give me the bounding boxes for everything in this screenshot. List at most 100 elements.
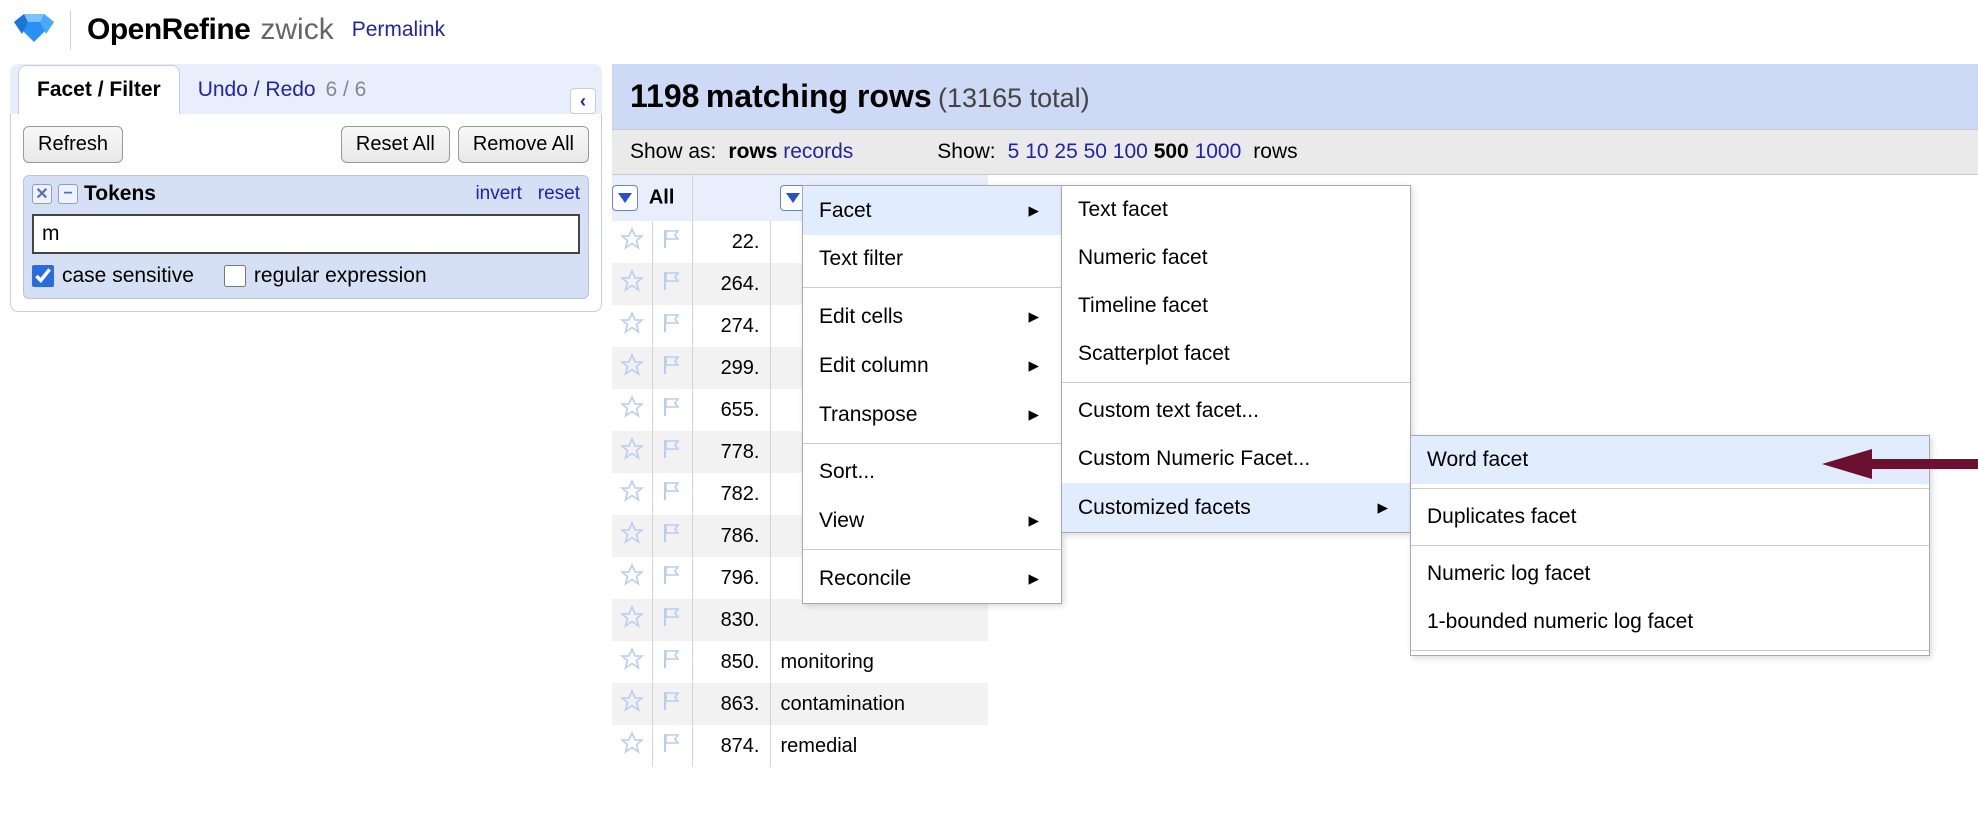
- flag-toggle[interactable]: [660, 234, 684, 256]
- flag-toggle[interactable]: [660, 360, 684, 382]
- show-as-rows[interactable]: rows: [728, 140, 777, 163]
- row-token-cell[interactable]: remedial: [770, 725, 988, 767]
- column-context-menu: Facet▸ Text filter Edit cells▸Edit column▸…: [802, 185, 1062, 604]
- star-toggle[interactable]: [620, 444, 644, 466]
- menu-item[interactable]: Custom Numeric Facet...: [1062, 435, 1410, 483]
- flag-toggle[interactable]: [660, 276, 684, 298]
- row-token-cell[interactable]: monitoring: [770, 641, 988, 683]
- star-toggle[interactable]: [620, 528, 644, 550]
- chevron-left-icon: ‹: [580, 91, 586, 112]
- brand-name: OpenRefine: [87, 13, 250, 47]
- menu-item[interactable]: Numeric facet: [1062, 234, 1410, 282]
- menu-item[interactable]: Numeric log facet: [1411, 550, 1929, 598]
- star-toggle[interactable]: [620, 486, 644, 508]
- flag-toggle[interactable]: [660, 528, 684, 550]
- star-toggle[interactable]: [620, 402, 644, 424]
- menu-item[interactable]: 1-bounded numeric log facet: [1411, 598, 1929, 646]
- show-label: Show:: [937, 140, 995, 164]
- star-icon: [620, 276, 644, 298]
- case-sensitive-input[interactable]: [32, 265, 54, 287]
- total-label: total: [1030, 83, 1081, 113]
- menu-item[interactable]: Duplicates facet: [1411, 493, 1929, 541]
- facet-invert-link[interactable]: invert: [475, 183, 521, 204]
- flag-toggle[interactable]: [660, 318, 684, 340]
- flag-icon: [660, 234, 684, 256]
- menu-item[interactable]: Edit cells▸: [803, 292, 1061, 341]
- submenu-arrow-icon: ▸: [988, 508, 1039, 533]
- menu-item-label: Text filter: [819, 247, 903, 271]
- text-filter-facet: ✕ − Tokens invert reset: [23, 175, 589, 299]
- page-size-1000[interactable]: 1000: [1195, 140, 1242, 163]
- star-icon: [620, 360, 644, 382]
- menu-separator: [803, 287, 1061, 288]
- star-toggle[interactable]: [620, 612, 644, 634]
- left-tabs: Facet / Filter Undo / Redo 6 / 6 ‹: [10, 64, 602, 114]
- menu-item[interactable]: Reconcile▸: [803, 554, 1061, 603]
- menu-item[interactable]: Text filter: [803, 235, 1061, 283]
- page-size-100[interactable]: 100: [1113, 140, 1148, 163]
- flag-icon: [660, 738, 684, 760]
- flag-toggle[interactable]: [660, 486, 684, 508]
- menu-item[interactable]: Text facet: [1062, 186, 1410, 234]
- flag-toggle[interactable]: [660, 738, 684, 760]
- flag-icon: [660, 402, 684, 424]
- star-toggle[interactable]: [620, 696, 644, 718]
- facet-minimize-button[interactable]: −: [58, 184, 78, 204]
- row-index: 850.: [692, 641, 770, 683]
- page-size-5[interactable]: 5: [1008, 140, 1020, 163]
- flag-toggle[interactable]: [660, 444, 684, 466]
- row-index: 796.: [692, 557, 770, 599]
- flag-toggle[interactable]: [660, 402, 684, 424]
- page-size-50[interactable]: 50: [1084, 140, 1107, 163]
- menu-item[interactable]: Sort...: [803, 448, 1061, 496]
- facet-filter-input[interactable]: [32, 214, 580, 254]
- flag-toggle[interactable]: [660, 654, 684, 676]
- page-size-10[interactable]: 10: [1025, 140, 1048, 163]
- menu-item[interactable]: Custom text facet...: [1062, 387, 1410, 435]
- tab-undo-redo[interactable]: Undo / Redo 6 / 6: [180, 66, 385, 114]
- facet-close-button[interactable]: ✕: [32, 184, 52, 204]
- flag-toggle[interactable]: [660, 612, 684, 634]
- flag-toggle[interactable]: [660, 696, 684, 718]
- menu-item[interactable]: Customized facets▸: [1062, 483, 1410, 532]
- collapse-left-panel-button[interactable]: ‹: [570, 88, 596, 114]
- case-sensitive-checkbox[interactable]: case sensitive: [32, 264, 194, 288]
- reset-all-button[interactable]: Reset All: [341, 126, 450, 163]
- all-column-menu-button[interactable]: [612, 185, 638, 211]
- flag-toggle[interactable]: [660, 570, 684, 592]
- menu-item-label: 1-bounded numeric log facet: [1427, 610, 1693, 634]
- menu-item[interactable]: Timeline facet: [1062, 282, 1410, 330]
- header-separator: [70, 10, 71, 50]
- menu-item[interactable]: Transpose▸: [803, 390, 1061, 439]
- permalink-link[interactable]: Permalink: [352, 18, 445, 42]
- star-toggle[interactable]: [620, 276, 644, 298]
- menu-item[interactable]: Scatterplot facet: [1062, 330, 1410, 378]
- close-icon: ✕: [35, 184, 48, 204]
- menu-item-label: Sort...: [819, 460, 875, 484]
- chevron-down-icon: [618, 193, 632, 203]
- star-toggle[interactable]: [620, 234, 644, 256]
- star-toggle[interactable]: [620, 318, 644, 340]
- menu-item[interactable]: Facet▸: [803, 186, 1061, 235]
- page-size-500[interactable]: 500: [1154, 140, 1189, 163]
- table-row: 830.: [612, 599, 988, 641]
- facet-reset-link[interactable]: reset: [538, 183, 580, 204]
- submenu-arrow-icon: ▸: [988, 402, 1039, 427]
- remove-all-button[interactable]: Remove All: [458, 126, 589, 163]
- star-toggle[interactable]: [620, 570, 644, 592]
- regex-checkbox[interactable]: regular expression: [224, 264, 427, 288]
- star-toggle[interactable]: [620, 738, 644, 760]
- row-token-cell[interactable]: contamination: [770, 683, 988, 725]
- row-index: 299.: [692, 347, 770, 389]
- regex-input[interactable]: [224, 265, 246, 287]
- refresh-button[interactable]: Refresh: [23, 126, 123, 163]
- star-toggle[interactable]: [620, 360, 644, 382]
- row-token-cell[interactable]: [770, 599, 988, 641]
- menu-item-label: Customized facets: [1078, 496, 1251, 520]
- show-as-records[interactable]: records: [783, 140, 853, 163]
- menu-item[interactable]: View▸: [803, 496, 1061, 545]
- star-toggle[interactable]: [620, 654, 644, 676]
- page-size-25[interactable]: 25: [1054, 140, 1077, 163]
- tab-facet-filter[interactable]: Facet / Filter: [18, 65, 180, 114]
- menu-item[interactable]: Edit column▸: [803, 341, 1061, 390]
